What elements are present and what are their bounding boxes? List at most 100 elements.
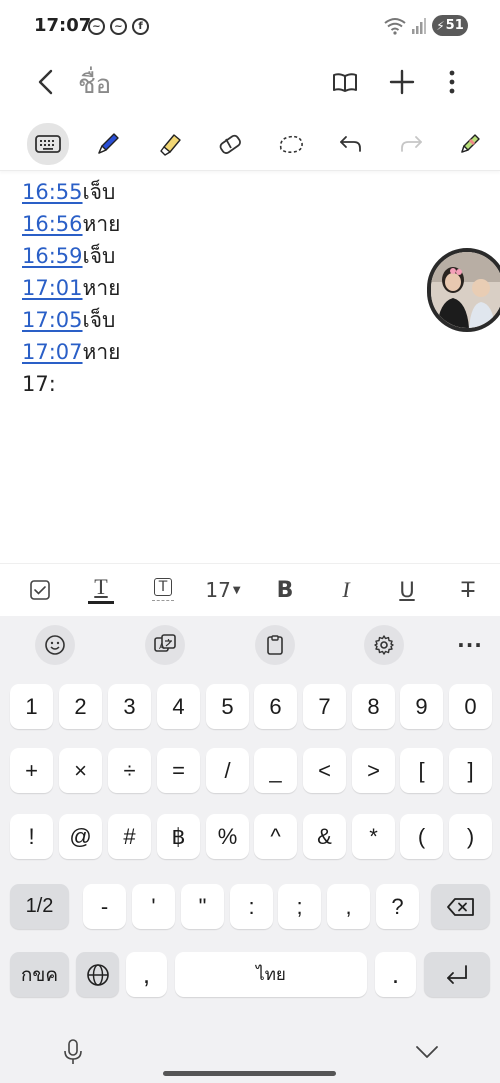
text-color-button[interactable]: T: [86, 572, 116, 608]
note-line[interactable]: 16:55เจ็บ: [22, 176, 120, 208]
keyboard-mode-button[interactable]: [27, 123, 69, 165]
note-word: เจ็บ: [82, 244, 116, 268]
key-comma[interactable]: ,: [126, 952, 167, 997]
key-baht[interactable]: ฿: [157, 814, 200, 859]
key-at[interactable]: @: [59, 814, 102, 859]
undo-button[interactable]: [331, 124, 371, 164]
note-line[interactable]: 17:05เจ็บ: [22, 304, 120, 336]
key-comma-row4[interactable]: ,: [327, 884, 370, 929]
note-line[interactable]: 17:07หาย: [22, 336, 120, 368]
checkbox-button[interactable]: [26, 572, 54, 608]
note-line[interactable]: 16:59เจ็บ: [22, 240, 120, 272]
clipboard-button[interactable]: [255, 625, 295, 665]
key-greater-than[interactable]: >: [352, 748, 395, 793]
key-less-than[interactable]: <: [303, 748, 346, 793]
app-header: ชื่อ: [0, 54, 500, 110]
key-0[interactable]: 0: [449, 684, 492, 729]
underline-button[interactable]: U: [393, 572, 421, 608]
add-button[interactable]: [384, 64, 420, 100]
time-link[interactable]: 17:01: [22, 276, 83, 300]
text-color-swatch: [88, 601, 114, 604]
translate-button[interactable]: A: [145, 625, 185, 665]
battery-level: 51: [445, 18, 464, 33]
key-underscore[interactable]: _: [254, 748, 297, 793]
key-semicolon[interactable]: ;: [278, 884, 321, 929]
key-asterisk[interactable]: *: [352, 814, 395, 859]
enter-key[interactable]: [424, 952, 490, 997]
key-period[interactable]: .: [375, 952, 416, 997]
home-indicator[interactable]: [163, 1071, 336, 1076]
key-equals[interactable]: =: [157, 748, 200, 793]
wifi-icon: [384, 17, 406, 35]
key-colon[interactable]: :: [230, 884, 273, 929]
backspace-key[interactable]: [431, 884, 490, 929]
chat-head-avatar[interactable]: [427, 248, 500, 332]
emoji-button[interactable]: [35, 625, 75, 665]
back-button[interactable]: [28, 64, 64, 100]
key-1[interactable]: 1: [10, 684, 53, 729]
time-link[interactable]: 16:55: [22, 180, 83, 204]
key-divide[interactable]: ÷: [108, 748, 151, 793]
key-hash[interactable]: #: [108, 814, 151, 859]
key-multiply[interactable]: ×: [59, 748, 102, 793]
text-background-swatch: [152, 599, 174, 603]
key-plus[interactable]: +: [10, 748, 53, 793]
key-slash[interactable]: /: [206, 748, 249, 793]
note-title[interactable]: ชื่อ: [78, 64, 111, 105]
space-key[interactable]: ไทย: [175, 952, 367, 997]
redo-button[interactable]: [391, 124, 431, 164]
bold-button[interactable]: B: [271, 572, 299, 608]
battery-indicator: ⚡ 51: [432, 15, 468, 36]
key-question[interactable]: ?: [376, 884, 419, 929]
pen-tool-button[interactable]: [88, 124, 128, 164]
language-key[interactable]: [76, 952, 119, 997]
key-4[interactable]: 4: [157, 684, 200, 729]
eraser-tool-button[interactable]: [210, 124, 250, 164]
note-line[interactable]: 17:01หาย: [22, 272, 120, 304]
italic-button[interactable]: I: [332, 572, 360, 608]
key-7[interactable]: 7: [303, 684, 346, 729]
key-apostrophe[interactable]: ': [132, 884, 175, 929]
key-close-paren[interactable]: ): [449, 814, 492, 859]
enter-icon: [447, 964, 467, 984]
text-background-button[interactable]: T: [148, 572, 178, 608]
note-line[interactable]: 16:56หาย: [22, 208, 120, 240]
time-link[interactable]: 16:56: [22, 212, 83, 236]
hide-keyboard-button[interactable]: [412, 1038, 442, 1066]
time-link[interactable]: 16:59: [22, 244, 83, 268]
more-options-button[interactable]: [434, 64, 470, 100]
strikethrough-button[interactable]: T: [454, 572, 482, 608]
key-hyphen[interactable]: -: [83, 884, 126, 929]
key-5[interactable]: 5: [206, 684, 249, 729]
key-quote[interactable]: ": [181, 884, 224, 929]
note-word: เจ็บ: [82, 180, 116, 204]
key-6[interactable]: 6: [254, 684, 297, 729]
time-link[interactable]: 17:07: [22, 340, 83, 364]
key-close-bracket[interactable]: ]: [449, 748, 492, 793]
underline-icon: U: [399, 578, 415, 602]
key-3[interactable]: 3: [108, 684, 151, 729]
highlighter-tool-button[interactable]: [150, 124, 190, 164]
time-link[interactable]: 17:05: [22, 308, 83, 332]
keyboard-settings-button[interactable]: [364, 625, 404, 665]
key-open-paren[interactable]: (: [400, 814, 443, 859]
font-size-dropdown[interactable]: 17 ▼: [200, 572, 246, 608]
key-exclamation[interactable]: !: [10, 814, 53, 859]
key-8[interactable]: 8: [352, 684, 395, 729]
key-9[interactable]: 9: [400, 684, 443, 729]
pen-settings-button[interactable]: [450, 124, 490, 164]
key-ampersand[interactable]: &: [303, 814, 346, 859]
keyboard-more-button[interactable]: ···: [450, 625, 490, 665]
current-input-line[interactable]: 17:: [22, 368, 120, 400]
key-thai-letters[interactable]: กขค: [10, 952, 69, 997]
key-percent[interactable]: %: [206, 814, 249, 859]
chevron-down-icon: ▼: [232, 584, 241, 596]
lasso-tool-button[interactable]: [271, 124, 311, 164]
reading-mode-button[interactable]: [327, 64, 363, 100]
key-open-bracket[interactable]: [: [400, 748, 443, 793]
voice-input-button[interactable]: [58, 1036, 88, 1068]
key-caret[interactable]: ^: [254, 814, 297, 859]
note-body[interactable]: 16:55เจ็บ 16:56หาย 16:59เจ็บ 17:01หาย 17…: [22, 176, 120, 400]
key-page-toggle[interactable]: 1/2: [10, 884, 69, 929]
key-2[interactable]: 2: [59, 684, 102, 729]
